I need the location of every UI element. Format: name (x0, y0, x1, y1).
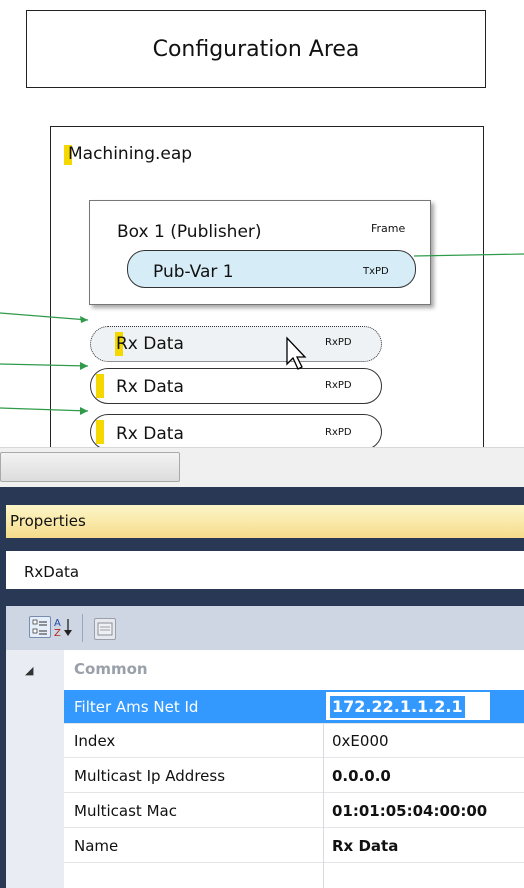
rx2-arrow-icon (80, 362, 88, 370)
property-name: Filter Ams Net Id (74, 698, 199, 716)
object-name: RxData (24, 563, 80, 581)
properties-title: Properties (10, 512, 86, 530)
rx3-marker (96, 420, 104, 444)
toolbar-separator (82, 614, 83, 642)
rx3-label: Rx Data (116, 424, 184, 444)
rx3-arrow-icon (80, 407, 88, 415)
rx2-tag: RxPD (325, 380, 352, 391)
mouse-cursor-icon (286, 336, 307, 370)
category-label: Common (74, 660, 148, 678)
rx2-label: Rx Data (116, 377, 184, 397)
object-selector[interactable] (6, 551, 524, 589)
property-value[interactable]: 0xE000 (332, 732, 389, 750)
rx1-line (0, 312, 89, 321)
rx1-tag: RxPD (325, 337, 352, 348)
properties-toolbar (6, 606, 524, 650)
property-value[interactable]: 0.0.0.0 (332, 767, 391, 785)
property-grid-gutter (6, 650, 64, 888)
property-name: Name (74, 837, 119, 855)
rx3-tag: RxPD (325, 427, 352, 438)
categorized-icon (32, 619, 47, 635)
sort-az-icon: A Z (54, 618, 72, 639)
property-row[interactable] (64, 724, 524, 758)
rx3-line (0, 407, 89, 412)
categorized-button[interactable] (29, 616, 51, 638)
scrollbar-thumb[interactable] (0, 452, 180, 482)
rx2-line (0, 363, 89, 367)
property-value-selected: 172.22.1.1.2.1 (330, 696, 465, 718)
rx2-marker (96, 374, 104, 398)
property-name: Index (74, 732, 116, 750)
rx1-label: Rx Data (116, 334, 184, 354)
svg-text:Z: Z (54, 628, 61, 638)
property-name: Multicast Ip Address (74, 767, 226, 785)
property-pages-icon (97, 622, 113, 636)
property-name: Multicast Mac (74, 802, 177, 820)
collapse-triangle-icon[interactable]: ◢ (25, 664, 33, 677)
publish-line (413, 253, 524, 257)
property-value[interactable]: Rx Data (332, 837, 398, 855)
property-pages-button[interactable] (94, 618, 116, 640)
column-divider[interactable] (323, 724, 324, 888)
rx1-arrow-icon (80, 316, 88, 323)
property-row[interactable] (64, 829, 524, 863)
property-value[interactable]: 01:01:05:04:00:00 (332, 802, 524, 820)
alphabetical-button[interactable]: A Z (52, 616, 74, 639)
